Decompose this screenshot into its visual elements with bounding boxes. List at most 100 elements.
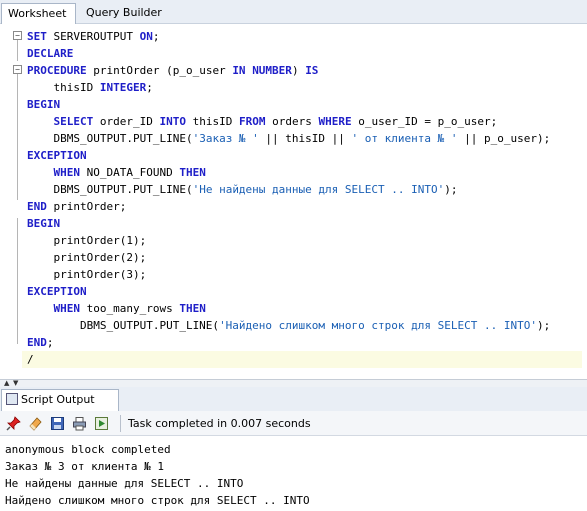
toolbar-separator [120,415,121,432]
code-area[interactable]: SET SERVEROUTPUT ON; DECLARE PROCEDURE pri… [22,28,582,368]
sql-string: ' от клиента № ' [351,132,458,145]
sql-keyword: THEN [179,302,206,315]
code-line[interactable]: SELECT order_ID INTO thisID FROM orders … [27,113,582,130]
fold-guide [17,218,18,344]
code-line[interactable]: / [22,351,582,368]
sql-text: orders [265,115,319,128]
sql-text: order_ID [93,115,160,128]
sql-keyword: WHEN [53,302,81,315]
sql-string: 'Заказ № ' [192,132,259,145]
sql-text: ) [291,64,306,77]
run-script-icon[interactable] [94,416,109,431]
sql-string: 'Найдено слишком много строк для SELECT … [219,319,537,332]
sql-string: 'Не найдены данные для SELECT .. INTO' [192,183,445,196]
sql-text: thisID [27,81,100,94]
code-line[interactable]: END printOrder; [27,198,582,215]
code-line[interactable]: PROCEDURE printOrder (p_o_user IN NUMBER… [27,62,582,79]
code-line[interactable]: printOrder(2); [27,249,582,266]
editor-tab-bar: Worksheet Query Builder [0,0,587,24]
sql-text: printOrder (p_o_user [86,64,233,77]
tab-script-output[interactable]: Script Output [1,389,119,411]
collapse-down-arrow-icon[interactable]: ▼ [13,380,18,387]
sql-keyword: EXCEPTION [27,149,87,162]
sql-text: || thisID || [258,132,352,145]
status-text: Task completed in 0.007 seconds [128,417,311,430]
editor-gutter: − − [0,24,22,379]
code-line[interactable]: EXCEPTION [27,147,582,164]
sql-text: DBMS_OUTPUT.PUT_LINE( [27,319,220,332]
sql-text: o_user_ID = p_o_user; [351,115,498,128]
code-line[interactable]: printOrder(1); [27,232,582,249]
code-line[interactable]: DBMS_OUTPUT.PUT_LINE('Найдено слишком мн… [27,317,582,334]
code-line[interactable]: WHEN too_many_rows THEN [27,300,582,317]
sql-text: ); [536,319,551,332]
sql-keyword: WHERE [318,115,352,128]
output-toolbar: Task completed in 0.007 seconds [0,411,587,436]
fold-collapse-icon[interactable]: − [13,31,22,40]
sql-text: ; [152,30,160,43]
sql-keyword: END [27,336,47,349]
script-output-label: Script Output [21,393,95,406]
sql-keyword: THEN [179,166,206,179]
tab-query-builder[interactable]: Query Builder [80,3,180,24]
sql-text: || p_o_user); [457,132,551,145]
sql-text: printOrder; [46,200,127,213]
sql-keyword: BEGIN [27,98,61,111]
sql-text: thisID [185,115,239,128]
sql-text: ); [444,183,458,196]
sql-keyword: ON [139,30,153,43]
output-line: Найдено слишком много строк для SELECT .… [5,494,310,507]
sql-keyword: FROM [238,115,266,128]
sql-keyword: BEGIN [27,217,61,230]
sql-worksheet-editor[interactable]: − − SET SERVEROUTPUT ON; DECLARE PROCEDURE… [0,24,587,379]
output-line: anonymous block completed [5,443,171,456]
code-line[interactable]: thisID INTEGER; [27,79,582,96]
code-line[interactable]: printOrder(3); [27,266,582,283]
output-line: Заказ № 3 от клиента № 1 [5,460,164,473]
sql-text: ; [46,336,54,349]
code-line[interactable]: BEGIN [27,96,582,113]
sql-keyword: INTO [159,115,186,128]
collapse-up-arrow-icon[interactable]: ▲ [4,380,9,387]
sql-keyword: END [27,200,47,213]
sql-keyword: INTEGER [99,81,147,94]
sql-keyword: IN [232,64,246,77]
sql-text: NO_DATA_FOUND [80,166,180,179]
panel-splitter[interactable]: ▲ ▼ [0,379,587,387]
code-line[interactable]: DECLARE [27,45,582,62]
sql-text: DBMS_OUTPUT.PUT_LINE( [27,132,193,145]
sql-text: DBMS_OUTPUT.PUT_LINE( [27,183,193,196]
sql-text: ; [146,81,153,94]
tab-worksheet[interactable]: Worksheet [1,3,76,24]
code-line[interactable]: BEGIN [27,215,582,232]
sql-keyword: NUMBER [252,64,292,77]
sql-keyword: SELECT [53,115,94,128]
print-icon[interactable] [72,416,87,431]
code-line[interactable]: EXCEPTION [27,283,582,300]
sql-keyword: DECLARE [27,47,74,60]
sql-keyword: IS [305,64,319,77]
output-tab-bar: Script Output [0,387,587,411]
pin-icon[interactable] [6,416,21,431]
sql-text: printOrder(1); [27,234,147,247]
code-line[interactable]: END; [27,334,582,351]
code-line[interactable]: SET SERVEROUTPUT ON; [27,28,582,45]
sql-keyword: SET [27,30,47,43]
fold-collapse-icon[interactable]: − [13,65,22,74]
sql-text: SERVEROUTPUT [46,30,140,43]
sql-text: printOrder(2); [27,251,147,264]
code-line[interactable]: DBMS_OUTPUT.PUT_LINE('Не найдены данные … [27,181,582,198]
sql-keyword: PROCEDURE [27,64,87,77]
code-line[interactable]: DBMS_OUTPUT.PUT_LINE('Заказ № ' || thisI… [27,130,582,147]
code-line[interactable]: WHEN NO_DATA_FOUND THEN [27,164,582,181]
sql-text: / [27,353,34,366]
script-output-content[interactable]: anonymous block completed Заказ № 3 от кл… [0,437,587,511]
eraser-icon[interactable] [28,416,43,431]
save-icon[interactable] [50,416,65,431]
fold-guide [17,74,18,200]
sql-text: printOrder(3); [27,268,147,281]
sql-keyword: EXCEPTION [27,285,87,298]
